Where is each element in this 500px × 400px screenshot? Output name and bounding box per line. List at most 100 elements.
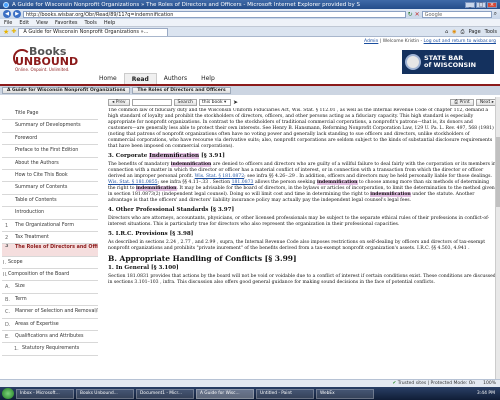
search-button[interactable]: Search (173, 98, 197, 106)
window-titlebar: A Guide for Wisconsin Nonprofit Organiza… (0, 0, 500, 9)
taskbar-item[interactable]: Books Unbound... (76, 388, 134, 399)
taskbar-item[interactable]: Inbox - Microsoft... (16, 388, 74, 399)
sidebar-item[interactable]: Preface to the First Edition (2, 145, 98, 158)
sidebar-item-marker: 1 (5, 222, 9, 229)
paragraph-general: Section 181.0831 provides that actions b… (108, 274, 496, 285)
search-hit: indemnification (316, 180, 358, 185)
add-favorite-icon[interactable]: ✚ (11, 28, 16, 35)
text: The benefits of mandatory (108, 162, 170, 167)
logo-tagline: Online. Onpoint. Unlimited. (15, 67, 70, 72)
browser-tab[interactable]: A Guide for Wisconsin Nonprofit Organiza… (18, 27, 169, 36)
sidebar-item-marker: 1. (14, 346, 19, 353)
statute-link[interactable]: Wis. Stat. § 181.0855 (108, 180, 158, 185)
sidebar-item[interactable]: D. Areas of Expertise (2, 319, 98, 332)
print-label: Print (459, 99, 470, 105)
go-icon[interactable]: ➤ (233, 99, 238, 106)
stop-icon[interactable]: ✕ (415, 11, 420, 18)
security-zone: ✔ Trusted sites | Protected Mode: On (393, 381, 476, 386)
sidebar-item-marker: I. (3, 259, 7, 266)
sidebar-item[interactable]: Summary of Contents (2, 182, 98, 195)
sidebar-item-label: Summary of Developments (15, 123, 81, 129)
menu-favorites[interactable]: Favorites (55, 20, 78, 26)
favorites-star-icon[interactable]: ★ (3, 28, 9, 36)
breadcrumb-book[interactable]: A Guide for Wisconsin Nonprofit Organiza… (2, 87, 131, 94)
sidebar-item-label: Summary of Contents (15, 185, 68, 191)
paragraph-irc: As described in sections 2.24 , 2.77 , a… (108, 240, 486, 251)
tools-menu[interactable]: Tools (485, 29, 497, 35)
breadcrumb-chapter[interactable]: The Roles of Directors and Officers (132, 87, 231, 94)
sidebar-item[interactable]: A. Size (2, 281, 98, 294)
home-icon[interactable]: ⌂ (445, 29, 448, 35)
sidebar-item-label: The Organizational Form (15, 222, 74, 228)
sidebar-item[interactable]: About the Authors (2, 158, 98, 170)
menu-tools[interactable]: Tools (85, 20, 97, 26)
state-seal-icon (405, 54, 421, 70)
admin-bar: Admin | Welcome Kristin - Log out and re… (364, 39, 496, 44)
zoom-level[interactable]: 100% (483, 381, 496, 386)
sidebar-item-label: Statutory Requirements (22, 346, 80, 352)
sidebar-item[interactable]: E. Qualifications and Attributes (2, 331, 98, 344)
heading-irc-provisions: 5. I.R.C. Provisions [§ 3.98] (108, 231, 194, 237)
sidebar-item[interactable]: How to Cite This Book (2, 170, 98, 183)
sidebar-item-marker: A. (5, 284, 10, 291)
sidebar-item[interactable]: Introduction (2, 207, 98, 220)
menu-help[interactable]: Help (104, 20, 115, 26)
sidebar-item[interactable]: I. Scope (2, 257, 98, 270)
sidebar-item[interactable]: II. Composition of the Board (2, 269, 98, 282)
taskbar-item[interactable]: WebEx (316, 388, 374, 399)
text: ; see infra §§ 4.11–.33 . Section (157, 180, 231, 185)
sidebar-item[interactable]: Foreword (2, 133, 98, 146)
clock[interactable]: 3:44 PM (477, 391, 498, 396)
scope-select[interactable]: this book ▾ (199, 98, 231, 106)
window-title: A Guide for Wisconsin Nonprofit Organiza… (12, 1, 361, 8)
prev-button[interactable]: ◂ Prev (108, 98, 130, 106)
start-button[interactable] (2, 388, 14, 399)
minimize-button[interactable]: _ (465, 1, 475, 8)
page-menu[interactable]: Page (469, 29, 481, 35)
sidebar-item[interactable]: 3 The Roles of Directors and Officers (2, 244, 98, 257)
sidebar-item[interactable]: Table of Contents (2, 195, 98, 208)
sidebar-item[interactable]: C. Manner of Selection and Removal/Resign… (2, 306, 98, 319)
close-button[interactable]: × (487, 1, 497, 8)
sidebar-item[interactable]: 1. Statutory Requirements (2, 343, 98, 356)
sidebar-item[interactable]: 1 The Organizational Form (2, 220, 98, 232)
welcome-text: Welcome Kristin (382, 39, 420, 44)
taskbar-item[interactable]: Untitled - Paint (256, 388, 314, 399)
books-unbound-logo[interactable]: Books UNBOUND Online. Onpoint. Unlimited… (13, 46, 78, 72)
url-input[interactable]: http://books.wisbar.org/Obr/Read/89/11?q… (23, 10, 406, 18)
sidebar-item[interactable]: Title Page (2, 108, 98, 121)
sidebar-item-label: Composition of the Board (8, 272, 70, 278)
refresh-icon[interactable]: ↻ (408, 11, 413, 18)
sidebar-item[interactable]: B. Term (2, 294, 98, 307)
windows-taskbar: Inbox - Microsoft... Books Unbound... Do… (0, 387, 500, 400)
sidebar-item[interactable]: 2 Tax Treatment (2, 232, 98, 245)
page-scrollbar[interactable] (495, 97, 500, 379)
maximize-button[interactable]: □ (476, 1, 486, 8)
menu-file[interactable]: File (4, 20, 12, 26)
sidebar-item-label: Manner of Selection and Removal/Resignat… (15, 309, 98, 315)
page-content: Admin | Welcome Kristin - Log out and re… (0, 37, 500, 379)
menu-edit[interactable]: Edit (19, 20, 29, 26)
statute-link[interactable]: 181.0873 (232, 180, 254, 185)
taskbar-item-active[interactable]: A Guide for Wisc... (196, 388, 254, 399)
heading-other-standards: 4. Other Professional Standards [§ 3.97] (108, 207, 235, 213)
statute-link[interactable]: Wis. Stat. § 181.0872 (195, 174, 245, 179)
forward-icon[interactable]: ▶ (13, 10, 21, 18)
back-icon[interactable]: ◀ (3, 10, 11, 18)
admin-link[interactable]: Admin (364, 39, 378, 44)
search-icon[interactable]: ⌕ (494, 10, 497, 18)
sidebar-item[interactable]: Summary of Developments (2, 120, 98, 133)
print-icon[interactable]: ⎙ (461, 29, 465, 35)
print-button[interactable]: ⎙ Print (450, 98, 474, 106)
search-hit: indemnification (370, 192, 411, 197)
state-bar-logo[interactable]: STATE BAR of WISCONSIN (402, 50, 494, 74)
sidebar-item-marker: 3 (5, 244, 9, 250)
scrollbar-thumb[interactable] (496, 137, 500, 207)
taskbar-item[interactable]: Document1 - Micr... (136, 388, 194, 399)
feeds-icon[interactable]: ◉ (452, 29, 456, 35)
logout-link[interactable]: Log out and return to wisbar.org (424, 39, 496, 44)
browser-search-input[interactable]: Google (421, 10, 492, 18)
menu-view[interactable]: View (36, 20, 48, 26)
heading-section: [§ 3.91] (201, 153, 225, 159)
book-search-input[interactable] (131, 98, 172, 106)
